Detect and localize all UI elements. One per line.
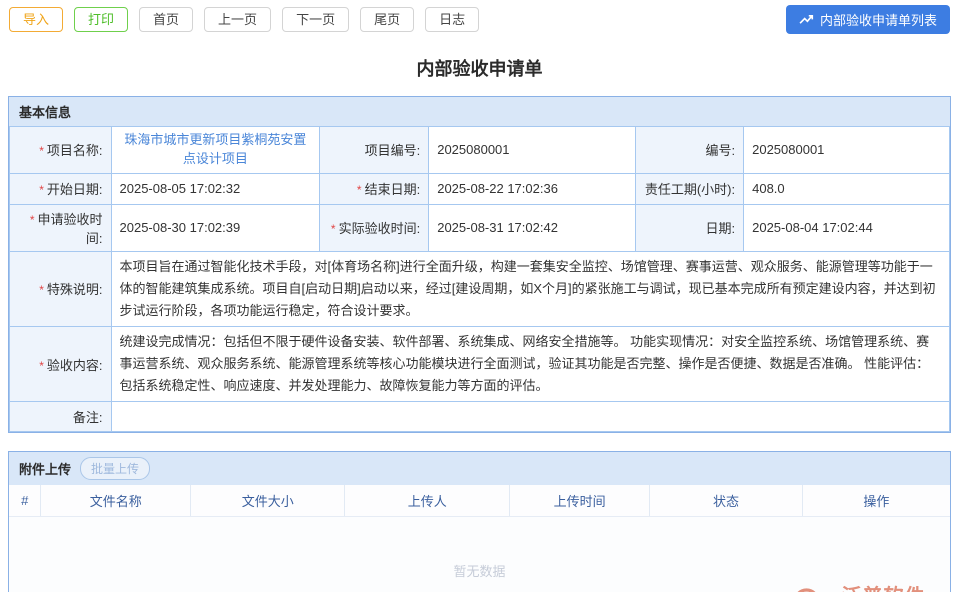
- required-mark: *: [39, 359, 44, 373]
- form-row-special-note: *特殊说明: 本项目旨在通过智能化技术手段，对[体育场名称]进行全面升级，构建一…: [10, 251, 950, 326]
- start-date-value: 2025-08-05 17:02:32: [111, 173, 320, 204]
- acceptance-list-button-label: 内部验收申请单列表: [820, 10, 937, 29]
- col-file-name: 文件名称: [41, 485, 191, 517]
- special-note-value: 本项目旨在通过智能化技术手段，对[体育场名称]进行全面升级，构建一套集安全监控、…: [111, 251, 949, 326]
- remark-label: 备注:: [10, 402, 112, 432]
- actual-accept-time-value: 2025-08-31 17:02:42: [429, 204, 636, 251]
- fanpu-logo-icon: [793, 588, 820, 592]
- attachments-table: # 文件名称 文件大小 上传人 上传时间 状态 操作: [9, 485, 950, 517]
- attachments-section-title: 附件上传: [19, 459, 71, 478]
- code-value: 2025080001: [744, 127, 950, 174]
- form-row-accept-content: *验收内容: 统建设完成情况：包括但不限于硬件设备安装、软件部署、系统集成、网络…: [10, 326, 950, 401]
- special-note-label: *特殊说明:: [10, 251, 112, 326]
- project-code-label: 项目编号:: [320, 127, 429, 174]
- accept-content-value: 统建设完成情况：包括但不限于硬件设备安装、软件部署、系统集成、网络安全措施等。 …: [111, 326, 949, 401]
- vendor-watermark: 泛普软件 www.fanpusoft.com: [793, 587, 944, 592]
- required-mark: *: [331, 222, 336, 236]
- required-mark: *: [357, 183, 362, 197]
- required-mark: *: [30, 213, 35, 227]
- form-row-accept-times: *申请验收时间: 2025-08-30 17:02:39 *实际验收时间: 20…: [10, 204, 950, 251]
- form-row-project: *项目名称: 珠海市城市更新项目紫桐苑安置点设计项目 项目编号: 2025080…: [10, 127, 950, 174]
- basic-info-section-header: 基本信息: [9, 97, 950, 126]
- duty-hours-value: 408.0: [744, 173, 950, 204]
- vendor-brand: 泛普软件: [841, 587, 925, 592]
- code-label: 编号:: [636, 127, 744, 174]
- basic-info-section: 基本信息 *项目名称: 珠海市城市更新项目紫桐苑安置点设计项目 项目编号: 20…: [8, 96, 951, 433]
- basic-info-form: *项目名称: 珠海市城市更新项目紫桐苑安置点设计项目 项目编号: 2025080…: [9, 126, 950, 432]
- attachments-table-header-row: # 文件名称 文件大小 上传人 上传时间 状态 操作: [9, 485, 950, 517]
- next-page-button[interactable]: 下一页: [282, 7, 349, 32]
- import-button[interactable]: 导入: [9, 7, 63, 32]
- form-row-dates: *开始日期: 2025-08-05 17:02:32 *结束日期: 2025-0…: [10, 173, 950, 204]
- col-uploader: 上传人: [345, 485, 510, 517]
- actual-accept-time-label: *实际验收时间:: [320, 204, 429, 251]
- trend-arrow-icon: [799, 14, 814, 25]
- apply-accept-time-label: *申请验收时间:: [10, 204, 112, 251]
- end-date-label: *结束日期:: [320, 173, 429, 204]
- batch-upload-button[interactable]: 批量上传: [80, 457, 150, 480]
- last-page-button[interactable]: 尾页: [360, 7, 414, 32]
- project-name-value: 珠海市城市更新项目紫桐苑安置点设计项目: [111, 127, 320, 174]
- duty-hours-label: 责任工期(小时):: [636, 173, 744, 204]
- basic-info-section-title: 基本信息: [19, 102, 71, 121]
- toolbar: 导入 打印 首页 上一页 下一页 尾页 日志 内部验收申请单列表: [0, 0, 959, 38]
- empty-data-text: 暂无数据: [9, 561, 950, 580]
- accept-content-label: *验收内容:: [10, 326, 112, 401]
- home-button[interactable]: 首页: [139, 7, 193, 32]
- col-file-size: 文件大小: [191, 485, 345, 517]
- project-name-link[interactable]: 珠海市城市更新项目紫桐苑安置点设计项目: [120, 131, 312, 169]
- required-mark: *: [39, 283, 44, 297]
- attachments-section-header: 附件上传 批量上传: [9, 452, 950, 485]
- date-value: 2025-08-04 17:02:44: [744, 204, 950, 251]
- remark-value: [111, 402, 949, 432]
- attachments-empty-body: 暂无数据 泛普软件 www.fanpusoft.com: [9, 517, 950, 592]
- acceptance-list-button[interactable]: 内部验收申请单列表: [786, 5, 950, 34]
- apply-accept-time-value: 2025-08-30 17:02:39: [111, 204, 320, 251]
- print-button[interactable]: 打印: [74, 7, 128, 32]
- vendor-watermark-text: 泛普软件 www.fanpusoft.com: [823, 587, 944, 592]
- end-date-value: 2025-08-22 17:02:36: [429, 173, 636, 204]
- date-label: 日期:: [636, 204, 744, 251]
- page-title: 内部验收申请单: [0, 55, 959, 81]
- attachments-section: 附件上传 批量上传 # 文件名称 文件大小 上传人 上传时间 状态 操作 暂无数…: [8, 451, 951, 592]
- start-date-label: *开始日期:: [10, 173, 112, 204]
- project-name-label: *项目名称:: [10, 127, 112, 174]
- col-index: #: [9, 485, 41, 517]
- col-status: 状态: [650, 485, 802, 517]
- required-mark: *: [39, 183, 44, 197]
- project-code-value: 2025080001: [429, 127, 636, 174]
- required-mark: *: [39, 144, 44, 158]
- col-upload-time: 上传时间: [510, 485, 650, 517]
- col-actions: 操作: [802, 485, 950, 517]
- log-button[interactable]: 日志: [425, 7, 479, 32]
- prev-page-button[interactable]: 上一页: [204, 7, 271, 32]
- form-row-remark: 备注:: [10, 402, 950, 432]
